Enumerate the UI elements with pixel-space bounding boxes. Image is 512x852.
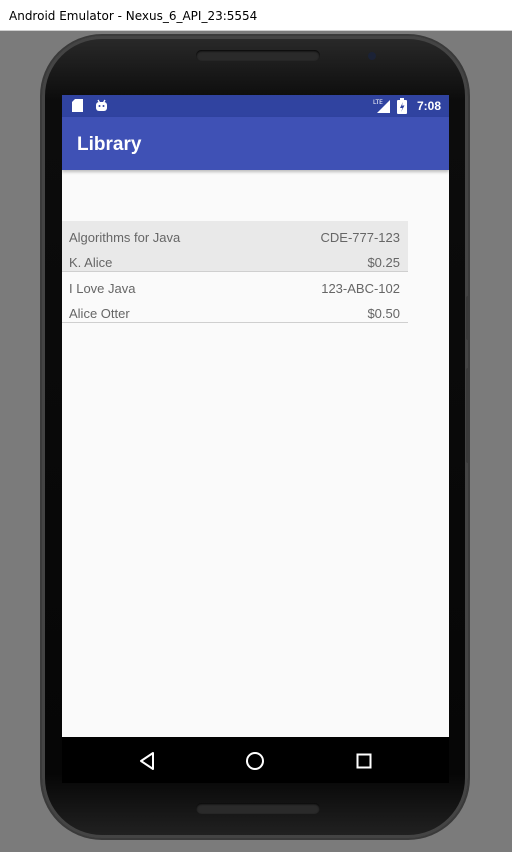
power-button[interactable] bbox=[466, 296, 470, 340]
lte-signal-icon: LTE bbox=[373, 98, 391, 118]
sd-card-icon bbox=[72, 99, 83, 117]
emulator-window-titlebar: Android Emulator - Nexus_6_API_23:5554 bbox=[0, 0, 512, 31]
device-screen: LTE 7:08 Library Algorithms for Java CDE… bbox=[62, 95, 449, 737]
list-item[interactable]: Algorithms for Java CDE-777-123 K. Alice… bbox=[62, 221, 408, 272]
book-list: Algorithms for Java CDE-777-123 K. Alice… bbox=[62, 221, 408, 323]
book-title: I Love Java bbox=[69, 281, 136, 296]
bottom-speaker bbox=[196, 803, 320, 814]
volume-button[interactable] bbox=[466, 368, 470, 463]
book-title: Algorithms for Java bbox=[69, 230, 181, 245]
recents-icon[interactable] bbox=[352, 749, 376, 773]
home-icon[interactable] bbox=[243, 749, 267, 773]
status-time: 7:08 bbox=[416, 99, 441, 113]
battery-icon bbox=[397, 98, 407, 119]
android-debug-icon bbox=[95, 99, 108, 117]
list-item[interactable]: I Love Java 123-ABC-102 Alice Otter $0.5… bbox=[62, 272, 408, 323]
status-bar: LTE 7:08 bbox=[62, 95, 449, 117]
book-author: Alice Otter bbox=[69, 306, 130, 321]
app-toolbar: Library bbox=[62, 117, 449, 170]
back-icon[interactable] bbox=[135, 749, 159, 773]
book-code: CDE-777-123 bbox=[320, 230, 401, 245]
navigation-bar bbox=[62, 737, 449, 783]
front-camera bbox=[368, 52, 376, 60]
app-title: Library bbox=[77, 134, 142, 155]
book-price: $0.25 bbox=[367, 255, 400, 270]
window-title: Android Emulator - Nexus_6_API_23:5554 bbox=[9, 9, 258, 23]
book-author: K. Alice bbox=[69, 255, 113, 270]
book-price: $0.50 bbox=[367, 306, 400, 321]
top-speaker bbox=[196, 50, 320, 61]
book-code: 123-ABC-102 bbox=[321, 281, 400, 296]
svg-text:LTE: LTE bbox=[373, 99, 383, 106]
